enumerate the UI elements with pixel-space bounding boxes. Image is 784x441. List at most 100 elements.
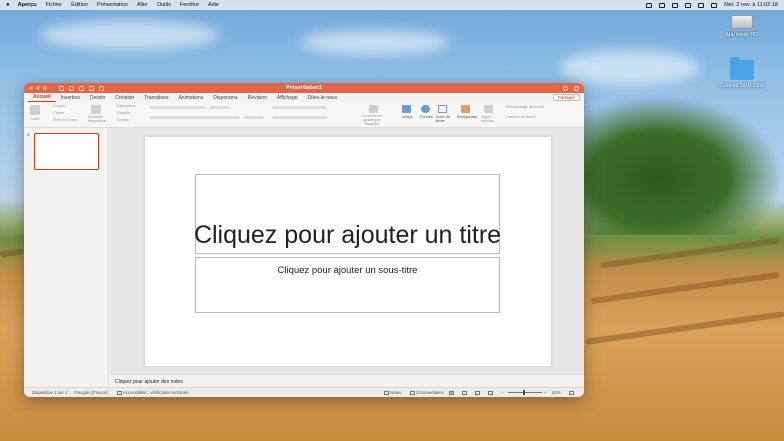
quick-styles-icon[interactable] xyxy=(484,105,493,113)
search-icon[interactable] xyxy=(698,2,705,8)
desktop-icon-label: Macintosh HD xyxy=(726,32,758,38)
desktop-icon-macintosh-hd[interactable]: Macintosh HD xyxy=(720,15,764,38)
apple-menu-icon[interactable]: ● xyxy=(6,2,10,8)
field-row xyxy=(590,271,780,305)
field-row xyxy=(600,237,780,269)
desktop-icon-folder[interactable]: Gothard 1910-1966 xyxy=(720,57,764,89)
tab-tell-me[interactable]: Dites-le-nous xyxy=(303,95,342,102)
shapes-label: Formes xyxy=(420,115,433,119)
section-button[interactable]: Section xyxy=(117,118,130,122)
zoom-out-button[interactable]: − xyxy=(501,390,504,395)
language-status[interactable]: Français (France) xyxy=(74,390,108,395)
subtitle-placeholder[interactable]: Cliquez pour ajouter un sous-titre xyxy=(195,257,500,313)
fit-window-icon[interactable] xyxy=(569,390,575,395)
cloud xyxy=(560,50,700,85)
control-center-icon[interactable] xyxy=(711,2,718,8)
notes-button[interactable]: Notes xyxy=(384,390,401,395)
zoom-level[interactable]: 52% xyxy=(552,390,561,395)
field-row xyxy=(0,248,25,258)
menu-aller[interactable]: Aller xyxy=(137,2,148,8)
quick-styles-label: Styles rapides xyxy=(481,115,494,123)
reading-view-icon[interactable] xyxy=(475,390,481,395)
tab-transitions[interactable]: Transitions xyxy=(139,95,173,102)
menu-clock[interactable]: Mer. 2 nov. à 11:02:18 xyxy=(724,2,778,8)
zoom-in-button[interactable]: + xyxy=(544,390,547,395)
tab-accueil[interactable]: Accueil xyxy=(28,94,56,102)
menu-outils[interactable]: Outils xyxy=(157,2,171,8)
ribbon: Coller Couper Copier Mise en forme Nouve… xyxy=(24,102,584,128)
reset-button[interactable]: Rétablir xyxy=(117,111,130,115)
subtitle-placeholder-text: Cliquez pour ajouter un sous-titre xyxy=(277,265,418,276)
paste-icon[interactable] xyxy=(30,105,40,115)
comments-button[interactable]: Commentaires xyxy=(410,390,444,395)
layout-button[interactable]: Disposition xyxy=(117,104,136,108)
slide-count: Diapositive 1 sur 1 xyxy=(32,390,68,395)
slide-thumbnail[interactable] xyxy=(34,133,99,170)
accessibility-icon xyxy=(117,390,122,395)
slideshow-view-icon[interactable] xyxy=(488,390,494,395)
menu-presentation[interactable]: Présentation xyxy=(97,2,128,8)
share-button[interactable]: Partager xyxy=(552,94,580,101)
shape-fill-button[interactable]: Remplissage de forme xyxy=(506,105,544,109)
tab-insertion[interactable]: Insertion xyxy=(56,95,85,102)
menu-aide[interactable]: Aide xyxy=(208,2,219,8)
menu-fichier[interactable]: Fichier xyxy=(46,2,63,8)
font-format-buttons[interactable] xyxy=(150,116,240,119)
status-icon[interactable] xyxy=(659,2,666,8)
menu-bar: ● Aperçu Fichier Édition Présentation Al… xyxy=(0,0,784,10)
wifi-icon[interactable] xyxy=(685,2,692,8)
menu-fenetre[interactable]: Fenêtre xyxy=(180,2,199,8)
shape-outline-button[interactable]: Contour de forme xyxy=(506,115,536,119)
title-bar: Présentation1 xyxy=(24,83,584,93)
menu-app-name[interactable]: Aperçu xyxy=(18,2,37,8)
tab-affichage[interactable]: Affichage xyxy=(272,95,303,102)
ribbon-tabs: Accueil Insertion Dessin Création Transi… xyxy=(24,93,584,102)
format-painter-button[interactable]: Mise en forme xyxy=(53,118,77,122)
field-row xyxy=(585,311,784,345)
hard-drive-icon xyxy=(731,15,753,29)
tab-animations[interactable]: Animations xyxy=(173,95,208,102)
tab-revision[interactable]: Révision xyxy=(243,95,272,102)
accessibility-status[interactable]: Accessibilité : vérification terminée xyxy=(117,390,189,395)
smiley-icon[interactable] xyxy=(574,85,579,91)
tab-diaporama[interactable]: Diaporama xyxy=(208,95,242,102)
tab-dessin[interactable]: Dessin xyxy=(85,95,110,102)
notes-label: Notes xyxy=(390,390,402,395)
window-title: Présentation1 xyxy=(285,85,323,91)
powerpoint-window: Présentation1 Accueil Insertion Dessin C… xyxy=(24,83,584,397)
menu-edition[interactable]: Édition xyxy=(71,2,88,8)
smartart-icon[interactable] xyxy=(369,105,378,113)
align-buttons[interactable] xyxy=(244,116,264,119)
paragraph-buttons[interactable] xyxy=(272,116,327,119)
text-box-icon[interactable] xyxy=(438,105,447,113)
status-icon[interactable] xyxy=(646,2,653,8)
notes-pane[interactable]: Cliquez pour ajouter des notes xyxy=(110,374,584,387)
shapes-icon[interactable] xyxy=(421,105,430,113)
image-icon[interactable] xyxy=(402,105,411,113)
new-slide-icon[interactable] xyxy=(91,105,101,114)
normal-view-icon[interactable] xyxy=(449,390,455,395)
title-bar-right xyxy=(563,85,579,91)
folder-icon xyxy=(730,57,754,80)
status-icon[interactable] xyxy=(672,2,679,8)
font-size-select[interactable] xyxy=(209,106,229,109)
tab-creation[interactable]: Création xyxy=(110,95,139,102)
cloud xyxy=(300,30,450,55)
notes-icon xyxy=(384,390,389,395)
cloud xyxy=(40,20,220,50)
trees xyxy=(574,95,784,235)
arrange-icon[interactable] xyxy=(461,105,470,113)
arrange-label: Réorganiser xyxy=(457,115,478,119)
font-family-select[interactable] xyxy=(150,106,205,109)
image-label: Image xyxy=(402,115,413,119)
slide[interactable]: Cliquez pour ajouter un titre Cliquez po… xyxy=(145,137,551,366)
sorter-view-icon[interactable] xyxy=(462,390,468,395)
comments-icon xyxy=(410,390,415,395)
search-icon[interactable] xyxy=(563,85,568,91)
bullet-buttons[interactable] xyxy=(272,106,327,109)
cut-button[interactable]: Couper xyxy=(53,104,65,108)
copy-button[interactable]: Copier xyxy=(53,111,64,115)
title-placeholder[interactable]: Cliquez pour ajouter un titre xyxy=(194,174,501,254)
zoom-slider-thumb[interactable] xyxy=(523,390,526,395)
accessibility-label: Accessibilité : vérification terminée xyxy=(123,390,189,395)
